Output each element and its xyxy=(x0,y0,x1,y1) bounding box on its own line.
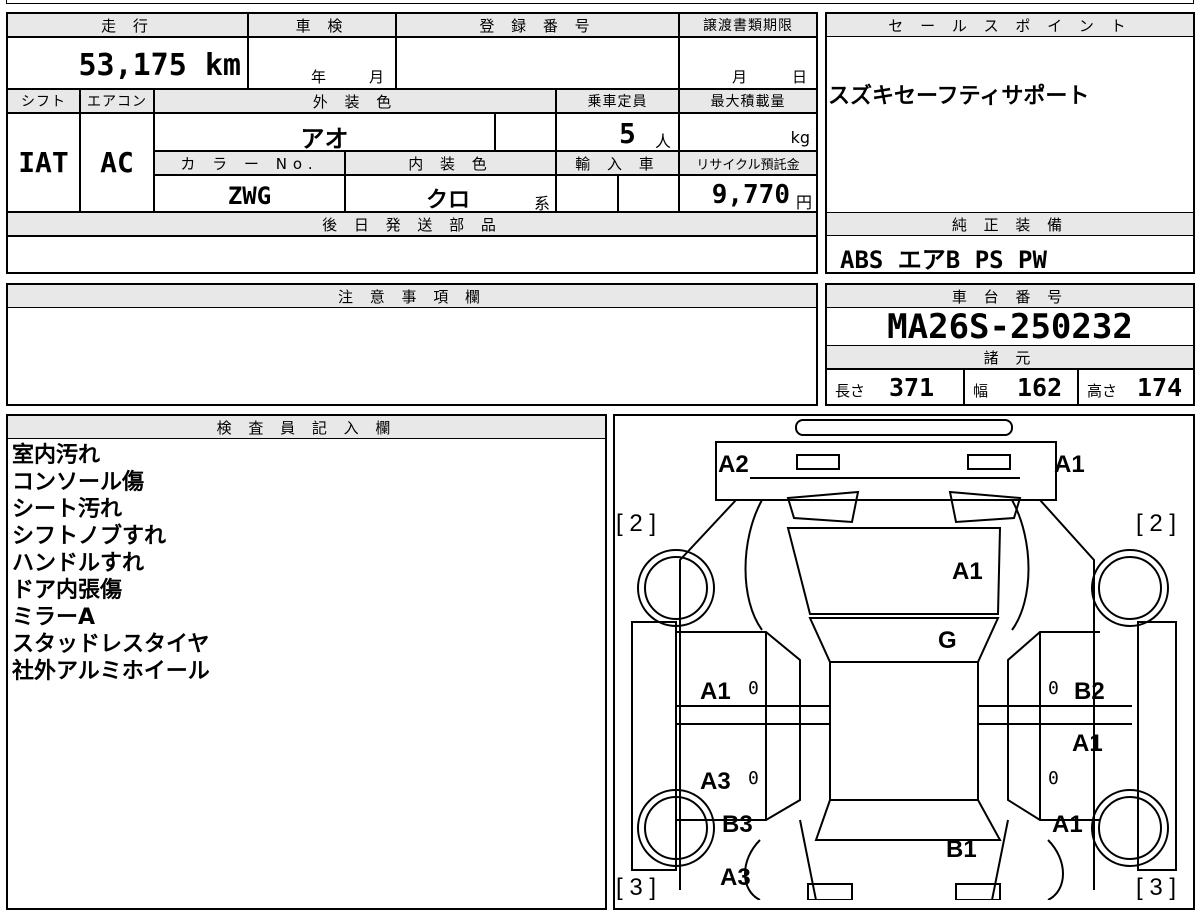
label-left-front-door: A1 xyxy=(700,678,731,705)
label-hood: A1 xyxy=(952,558,983,585)
label-left-tire-top: [ 2 ] xyxy=(616,510,657,537)
label-right-tire-bottom: [ 3 ] xyxy=(1136,874,1177,901)
label-right-front-door: B2 xyxy=(1074,678,1105,705)
label-windshield: G xyxy=(938,627,957,654)
label-right-rear-door: A1 xyxy=(1072,730,1103,757)
label-right-rear-fender: A1 xyxy=(1052,811,1083,838)
label-rear: B1 xyxy=(946,836,977,863)
label-left-rear-door: A3 xyxy=(700,768,731,795)
label-front-left: A2 xyxy=(718,451,749,478)
label-left-rear-fender: B3 xyxy=(722,811,753,838)
label-left-tire-bottom: [ 3 ] xyxy=(616,874,657,901)
label-right-tire-top: [ 2 ] xyxy=(1136,510,1177,537)
label-zero: 0 xyxy=(748,678,759,699)
label-zero: 0 xyxy=(748,768,759,789)
label-front-right: A1 xyxy=(1054,451,1085,478)
label-zero: 0 xyxy=(1048,678,1059,699)
car-outline-drawing xyxy=(631,419,1177,900)
label-left-rear-bottom: A3 xyxy=(720,864,751,891)
label-zero: 0 xyxy=(1048,768,1059,789)
